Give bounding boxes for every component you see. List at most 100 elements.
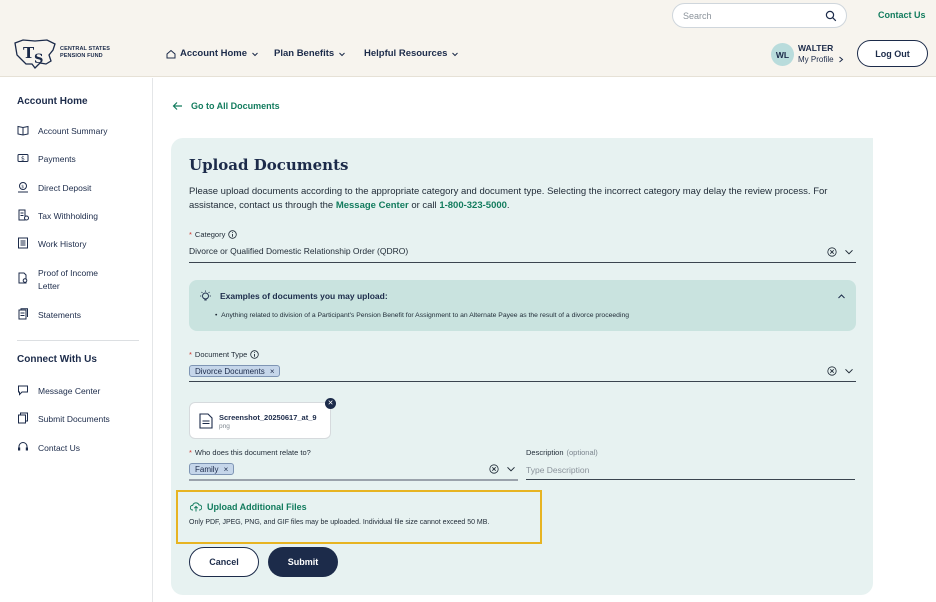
logo-map-icon: T S xyxy=(14,39,56,69)
lightbulb-icon xyxy=(200,290,211,301)
upload-additional-files-button[interactable]: Upload Additional Files xyxy=(190,501,307,512)
logo-line-2: PENSION FUND xyxy=(60,53,103,59)
avatar[interactable]: WL xyxy=(771,43,794,66)
remove-file-icon[interactable]: ✕ xyxy=(325,398,336,409)
examples-bullet-text: Anything related to division of a Partic… xyxy=(221,312,630,319)
relate-chip[interactable]: Family × xyxy=(189,463,235,475)
chevron-right-icon xyxy=(838,56,843,63)
message-icon xyxy=(18,385,28,396)
sidebar-item-label: Message Center xyxy=(38,386,101,396)
description-text: . xyxy=(506,200,510,211)
sidebar-item-tax-withholding[interactable]: Tax Withholding xyxy=(17,209,98,223)
info-icon[interactable] xyxy=(250,350,260,359)
chevron-down-icon[interactable] xyxy=(844,366,854,376)
chevron-down-icon[interactable] xyxy=(844,247,854,257)
tax-document-icon xyxy=(18,209,29,221)
chevron-up-icon[interactable] xyxy=(837,292,846,301)
logout-button[interactable]: Log Out xyxy=(857,40,928,67)
logo-line-1: CENTRAL STATES xyxy=(60,46,110,52)
sidebar-item-proof-of-income[interactable]: Proof of Income Letter xyxy=(17,267,117,293)
nav-label: Plan Benefits xyxy=(274,48,335,59)
required-marker: * xyxy=(189,448,192,457)
submit-button[interactable]: Submit xyxy=(268,547,338,577)
sidebar-item-label: Payments xyxy=(38,154,76,164)
search-box[interactable] xyxy=(672,3,847,28)
my-profile-link[interactable]: My Profile xyxy=(798,55,844,64)
sidebar-item-label: Direct Deposit xyxy=(38,183,92,193)
description-text: or call xyxy=(408,200,440,211)
category-underline xyxy=(189,262,856,263)
logo[interactable]: T S CENTRAL STATES PENSION FUND xyxy=(13,37,113,71)
examples-panel: Examples of documents you may upload: • … xyxy=(189,280,856,331)
file-extension: png xyxy=(219,423,230,430)
message-center-link[interactable]: Message Center xyxy=(336,200,409,211)
sidebar-heading-connect: Connect With Us xyxy=(17,354,97,365)
uploaded-file-card: Screenshot_20250617_at_9 png xyxy=(189,402,331,439)
user-name: WALTER xyxy=(798,43,834,53)
file-name: Screenshot_20250617_at_9 xyxy=(219,413,317,422)
top-header: Contact Us T S CENTRAL STATES PENSION FU… xyxy=(0,0,936,77)
clear-icon[interactable] xyxy=(827,366,837,376)
nav-label: Account Home xyxy=(180,48,248,59)
optional-marker: (optional) xyxy=(566,448,598,457)
file-search-icon xyxy=(18,272,28,284)
sidebar: Account Home Account Summary $ Payments … xyxy=(0,78,153,602)
page-description: Please upload documents according to the… xyxy=(189,185,849,213)
sidebar-item-account-summary[interactable]: Account Summary xyxy=(17,125,107,138)
sidebar-item-label: Account Summary xyxy=(38,126,108,136)
clear-icon[interactable] xyxy=(489,464,499,474)
upload-highlight-box xyxy=(176,490,542,544)
cancel-button[interactable]: Cancel xyxy=(189,547,259,577)
list-icon xyxy=(18,237,28,249)
search-icon[interactable] xyxy=(825,10,837,22)
nav-plan-benefits[interactable]: Plan Benefits xyxy=(274,48,346,59)
nav-helpful-resources[interactable]: Helpful Resources xyxy=(364,48,459,59)
book-icon xyxy=(17,125,29,136)
relate-label: * Who does this document relate to? xyxy=(189,448,311,457)
sidebar-item-contact-us[interactable]: Contact Us xyxy=(17,442,80,455)
sidebar-item-submit-documents[interactable]: Submit Documents xyxy=(17,412,110,426)
phone-link[interactable]: 1-800-323-5000 xyxy=(439,200,507,211)
relate-label-text: Who does this document relate to? xyxy=(194,448,311,457)
arrow-left-icon xyxy=(172,102,182,110)
document-type-label-text: Document Type xyxy=(194,350,248,359)
category-select[interactable]: Divorce or Qualified Domestic Relationsh… xyxy=(189,246,408,256)
chip-label: Divorce Documents xyxy=(195,366,265,376)
svg-text:$: $ xyxy=(21,184,24,190)
sidebar-item-direct-deposit[interactable]: $ Direct Deposit xyxy=(17,182,91,195)
search-input[interactable] xyxy=(683,8,818,24)
sidebar-item-work-history[interactable]: Work History xyxy=(17,237,87,251)
info-icon[interactable] xyxy=(228,230,238,239)
sidebar-item-label: Statements xyxy=(38,310,81,320)
examples-title: Examples of documents you may upload: xyxy=(220,291,388,301)
documents-icon xyxy=(18,412,28,424)
sidebar-item-label: Submit Documents xyxy=(38,414,110,424)
document-icon xyxy=(199,413,213,429)
nav-account-home[interactable]: Account Home xyxy=(166,48,259,59)
description-label: Description (optional) xyxy=(526,448,598,457)
description-underline xyxy=(526,479,855,480)
chevron-down-icon xyxy=(252,52,258,56)
description-input[interactable] xyxy=(526,463,855,477)
sidebar-item-payments[interactable]: $ Payments xyxy=(17,153,76,166)
sidebar-item-statements[interactable]: Statements xyxy=(17,308,81,322)
back-to-documents-link[interactable]: Go to All Documents xyxy=(172,101,280,111)
sidebar-divider xyxy=(17,340,139,341)
chevron-down-icon[interactable] xyxy=(506,464,516,474)
sidebar-item-message-center[interactable]: Message Center xyxy=(17,385,100,398)
sidebar-item-label: Work History xyxy=(38,239,87,249)
clear-icon[interactable] xyxy=(827,247,837,257)
document-type-label: * Document Type xyxy=(189,350,260,359)
dollar-icon: $ xyxy=(17,154,29,163)
category-label-text: Category xyxy=(194,230,226,239)
document-type-chip[interactable]: Divorce Documents × xyxy=(189,365,281,377)
category-label: * Category xyxy=(189,230,238,239)
contact-us-link[interactable]: Contact Us xyxy=(878,10,926,20)
chip-label: Family xyxy=(195,464,219,474)
required-marker: * xyxy=(189,230,192,239)
svg-text:S: S xyxy=(34,52,43,67)
home-icon xyxy=(166,49,176,58)
back-link-label: Go to All Documents xyxy=(191,101,280,111)
chip-remove-icon[interactable]: × xyxy=(270,367,275,376)
chip-remove-icon[interactable]: × xyxy=(224,465,229,474)
